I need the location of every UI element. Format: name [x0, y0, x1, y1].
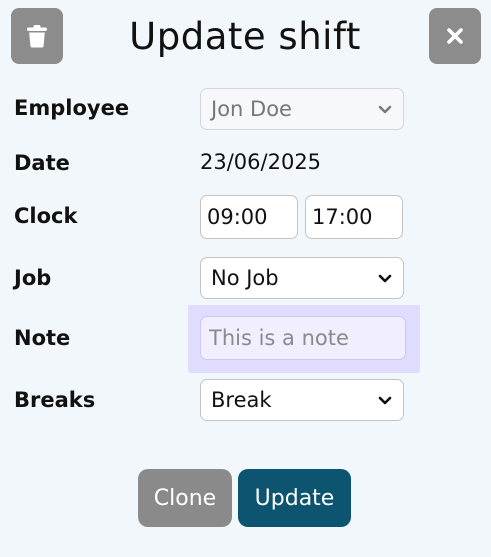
clock-start-input[interactable] — [200, 195, 298, 239]
job-select[interactable]: No Job — [200, 257, 404, 299]
delete-button[interactable] — [11, 8, 63, 64]
employee-label: Employee — [14, 96, 130, 120]
close-button[interactable] — [429, 8, 481, 64]
breaks-select[interactable]: Break — [200, 379, 404, 421]
employee-select[interactable]: Jon Doe — [200, 88, 404, 130]
job-label: Job — [14, 266, 52, 290]
date-label: Date — [14, 151, 70, 175]
job-select-value: No Job — [211, 266, 279, 290]
breaks-label: Breaks — [14, 388, 96, 412]
update-button[interactable]: Update — [238, 469, 351, 527]
breaks-select-value: Break — [211, 388, 272, 412]
note-input[interactable] — [200, 316, 406, 360]
chevron-down-icon — [378, 396, 392, 405]
clock-label: Clock — [14, 204, 78, 228]
chevron-down-icon — [378, 105, 392, 114]
clone-button[interactable]: Clone — [138, 469, 232, 527]
chevron-down-icon — [378, 274, 392, 283]
trash-icon — [27, 25, 47, 48]
note-label: Note — [14, 326, 71, 350]
clock-end-input[interactable] — [305, 195, 403, 239]
date-value: 23/06/2025 — [200, 150, 322, 174]
dialog-title: Update shift — [129, 15, 361, 58]
update-shift-dialog: Update shift Employee Jon Doe Date 23/06… — [0, 0, 491, 557]
employee-select-value: Jon Doe — [211, 97, 292, 121]
close-icon — [447, 28, 463, 44]
